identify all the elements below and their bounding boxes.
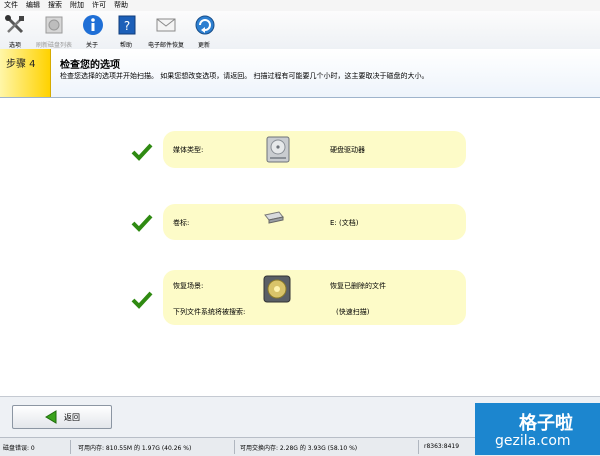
- checkmark-icon: [131, 291, 153, 309]
- help-label: 帮助: [119, 42, 132, 49]
- tools-icon: [5, 15, 24, 34]
- page-description: 检查您选择的选项并开始扫描。 如果您想改变选项，请返回。 扫描过程有可能要几个小…: [60, 72, 429, 80]
- menu-license[interactable]: 许可: [88, 0, 110, 11]
- step-label: 步骤 4: [6, 59, 36, 70]
- media-type-card: 媒体类型: 硬盘驱动器: [163, 131, 466, 168]
- volume-label: 卷标:: [173, 219, 190, 227]
- email-support-button[interactable]: 电子邮件恢复: [145, 14, 187, 49]
- update-globe-icon: [195, 15, 215, 35]
- update-button[interactable]: 更新: [194, 14, 215, 49]
- about-label: 关于: [85, 42, 98, 49]
- watermark: 格子啦 gezila.com: [475, 403, 600, 455]
- about-button[interactable]: 关于: [82, 14, 103, 49]
- status-separator: [234, 440, 235, 454]
- options-label: 选项: [8, 42, 21, 49]
- update-label: 更新: [197, 42, 210, 49]
- media-type-label: 媒体类型:: [173, 146, 204, 154]
- step-header: 步骤 4 检查您的选项 检查您选择的选项并开始扫描。 如果您想改变选项，请返回。…: [0, 49, 600, 98]
- help-button[interactable]: ? 帮助: [116, 14, 136, 49]
- svg-text:?: ?: [124, 19, 130, 33]
- status-separator: [418, 440, 419, 454]
- volume-drive-icon: [264, 211, 284, 224]
- status-separator: [70, 440, 71, 454]
- refresh-disks-button[interactable]: 刷新磁盘列表: [34, 14, 74, 49]
- recovery-scenario-icon: [263, 275, 291, 303]
- checkmark-icon: [131, 214, 153, 232]
- options-button[interactable]: 选项: [3, 14, 27, 49]
- info-icon: [83, 15, 103, 35]
- file-systems-label: 下列文件系统将被搜索:: [173, 308, 246, 316]
- available-swap-status: 可用交换内存: 2.28G 的 3.93G (58.10 %): [240, 445, 358, 452]
- hard-drive-icon: [266, 136, 290, 163]
- recovery-scenario-value: 恢复已删除的文件: [330, 282, 386, 290]
- available-memory-status: 可用内存: 810.55M 的 1.97G (40.26 %): [78, 445, 192, 452]
- volume-value: E: (文档): [330, 219, 359, 227]
- recovery-scenario-card: 恢复场景: 恢复已删除的文件 下列文件系统将被搜索: (快速扫描): [163, 270, 466, 325]
- disk-errors-status: 磁盘错误: 0: [3, 445, 35, 452]
- checkmark-icon: [131, 143, 153, 161]
- menu-file[interactable]: 文件: [0, 0, 22, 11]
- menu-edit[interactable]: 编辑: [22, 0, 44, 11]
- refresh-disks-label: 刷新磁盘列表: [35, 42, 72, 49]
- page-title: 检查您的选项: [60, 60, 120, 71]
- menu-extra[interactable]: 附加: [66, 0, 88, 11]
- arrow-left-icon: [45, 410, 57, 424]
- recovery-scenario-label: 恢复场景:: [173, 282, 204, 290]
- build-status: r8363:8419: [424, 443, 460, 450]
- menu-help[interactable]: 帮助: [110, 0, 132, 11]
- watermark-url: gezila.com: [495, 433, 571, 449]
- envelope-icon: [156, 18, 176, 32]
- help-book-icon: ?: [118, 15, 136, 35]
- menu-search[interactable]: 搜索: [44, 0, 66, 11]
- email-support-label: 电子邮件恢复: [147, 42, 184, 49]
- back-button[interactable]: 返回: [12, 405, 112, 429]
- back-label: 返回: [64, 413, 80, 422]
- toolbar: 选项 刷新磁盘列表 关于 ? 帮助 电子邮件恢复 更新: [0, 11, 600, 50]
- disk-list-icon: [45, 16, 63, 34]
- watermark-title: 格子啦: [519, 413, 573, 434]
- media-type-value: 硬盘驱动器: [330, 146, 365, 154]
- scan-mode-value: (快速扫描): [336, 308, 370, 316]
- volume-card: 卷标: E: (文档): [163, 204, 466, 240]
- step-indicator: 步骤 4: [0, 49, 51, 97]
